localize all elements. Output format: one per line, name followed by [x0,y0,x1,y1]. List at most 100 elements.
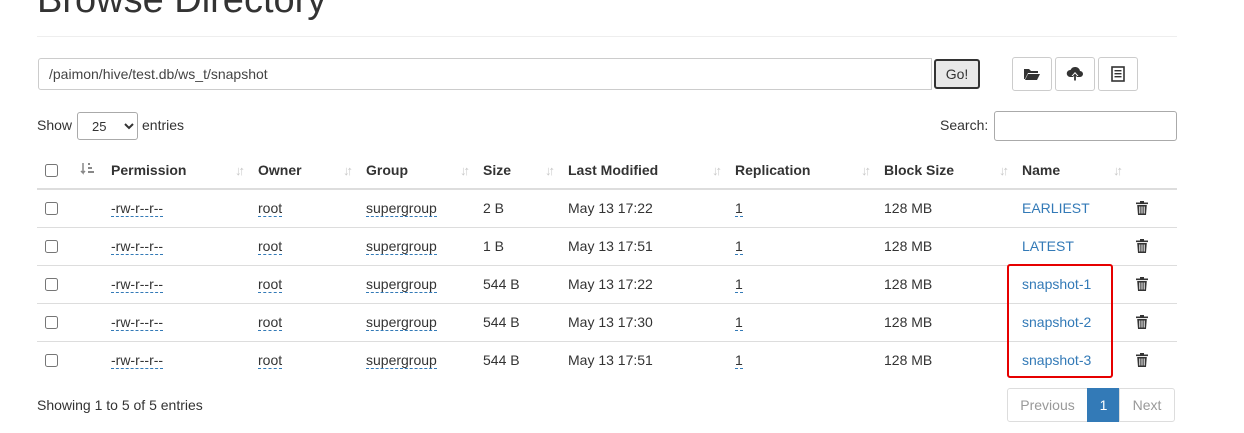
owner-value[interactable]: root [258,352,283,370]
row-select-cell [37,264,72,303]
row-checkbox[interactable] [45,201,58,215]
spacer-cell [72,226,103,265]
replication-value[interactable]: 1 [735,200,743,218]
replication-value[interactable]: 1 [735,276,743,293]
permission-value[interactable]: -rw-r--r-- [111,238,164,255]
last-modified-value: May 13 17:51 [560,340,727,379]
row-checkbox[interactable] [45,239,58,253]
entries-label: entries [142,117,185,133]
column-label: Permission [111,162,187,178]
size-value: 544 B [475,264,560,303]
entries-per-page-select[interactable]: 25 [77,112,138,140]
permission-value[interactable]: -rw-r--r-- [111,200,164,218]
sort-icon: ↓↑ [999,163,1009,178]
column-label: Replication [735,162,811,178]
file-name-link[interactable]: LATEST [1022,238,1074,254]
page-1-button[interactable]: 1 [1087,388,1120,422]
permission-value[interactable]: -rw-r--r-- [111,352,164,370]
cut-paste-button[interactable] [1098,57,1138,91]
next-page-button[interactable]: Next [1119,388,1175,422]
block-size-value: 128 MB [876,302,1014,341]
search-label: Search: [940,117,989,133]
owner-value[interactable]: root [258,200,283,218]
column-header-owner[interactable]: Owner ↓↑ [250,152,358,190]
file-name-link[interactable]: snapshot-1 [1022,276,1091,292]
size-value: 2 B [483,200,505,217]
block-size-value: 128 MB [876,264,1014,303]
column-header-permission[interactable]: Permission ↓↑ [103,152,250,190]
row-checkbox[interactable] [45,315,58,329]
size-value: 1 B [475,226,560,265]
select-all-checkbox[interactable] [45,163,58,177]
table-info: Showing 1 to 5 of 5 entries [37,397,203,413]
column-header-size[interactable]: Size ↓↑ [475,152,560,190]
sort-icon: ↓↑ [712,163,722,178]
column-label: Name [1022,162,1061,178]
replication-value[interactable]: 1 [735,314,743,331]
actions-header [1128,152,1177,190]
column-label: Last Modified [568,162,659,178]
column-header-last-modified[interactable]: Last Modified ↓↑ [560,152,727,190]
last-modified-value: May 13 17:51 [560,226,727,265]
column-header-group[interactable]: Group ↓↑ [358,152,475,190]
sort-icon: ↓↑ [1113,163,1123,178]
upload-button[interactable] [1055,57,1095,91]
group-value[interactable]: supergroup [366,314,437,331]
path-input[interactable] [38,58,932,90]
column-header-block-size[interactable]: Block Size ↓↑ [876,152,1014,190]
sort-icon: ↓↑ [545,163,555,178]
search-input[interactable] [994,111,1177,141]
select-all-header [37,152,72,190]
replication-value[interactable]: 1 [735,238,743,255]
group-value[interactable]: supergroup [366,238,437,255]
size-value: 544 B [475,340,560,379]
size-value: 544 B [475,302,560,341]
row-select-cell [37,189,72,227]
show-label: Show [37,117,73,133]
owner-value[interactable]: root [258,314,283,331]
permission-value[interactable]: -rw-r--r-- [111,314,164,331]
create-directory-button[interactable] [1012,57,1052,91]
table-row: -rw-r--r-- root supergroup 2 B May 13 17… [37,189,1177,227]
block-size-value: 128 MB [876,340,1014,379]
previous-page-button[interactable]: Previous [1007,388,1088,422]
row-checkbox[interactable] [45,277,58,291]
block-size-value: 128 MB [876,226,1014,265]
file-name-link[interactable]: EARLIEST [1022,200,1090,216]
title-divider [37,36,1177,37]
spacer-cell [72,302,103,341]
file-name-link[interactable]: snapshot-3 [1022,352,1091,368]
sort-amount-icon [80,162,96,179]
sort-header[interactable] [72,152,103,190]
trash-icon[interactable] [1136,315,1177,329]
row-select-cell [37,226,72,265]
owner-value[interactable]: root [258,276,283,293]
group-value[interactable]: supergroup [366,200,437,218]
column-label: Block Size [884,162,955,178]
row-select-cell [37,302,72,341]
trash-icon[interactable] [1136,277,1177,291]
spacer-cell [72,189,103,227]
column-header-replication[interactable]: Replication ↓↑ [727,152,876,190]
table-row: -rw-r--r-- root supergroup 1 B May 13 17… [37,226,1177,265]
spacer-cell [72,264,103,303]
trash-icon[interactable] [1136,201,1177,216]
table-header-row: Permission ↓↑ Owner ↓↑ Group ↓↑ Size ↓↑ Last… [37,152,1177,190]
table-row: -rw-r--r-- root supergroup 544 B May 13 … [37,340,1177,379]
cloud-upload-icon [1066,66,1084,82]
column-header-name[interactable]: Name ↓↑ [1014,152,1128,190]
column-label: Group [366,162,408,178]
go-button[interactable]: Go! [934,59,980,89]
file-name-link[interactable]: snapshot-2 [1022,314,1091,330]
permission-value[interactable]: -rw-r--r-- [111,276,164,293]
trash-icon[interactable] [1136,239,1177,253]
row-checkbox[interactable] [45,353,58,367]
sort-icon: ↓↑ [861,163,871,178]
list-icon [1111,66,1125,82]
group-value[interactable]: supergroup [366,276,437,293]
trash-icon[interactable] [1136,353,1177,368]
owner-value[interactable]: root [258,238,283,255]
replication-value[interactable]: 1 [735,352,743,370]
group-value[interactable]: supergroup [366,352,437,370]
column-label: Size [483,162,512,178]
